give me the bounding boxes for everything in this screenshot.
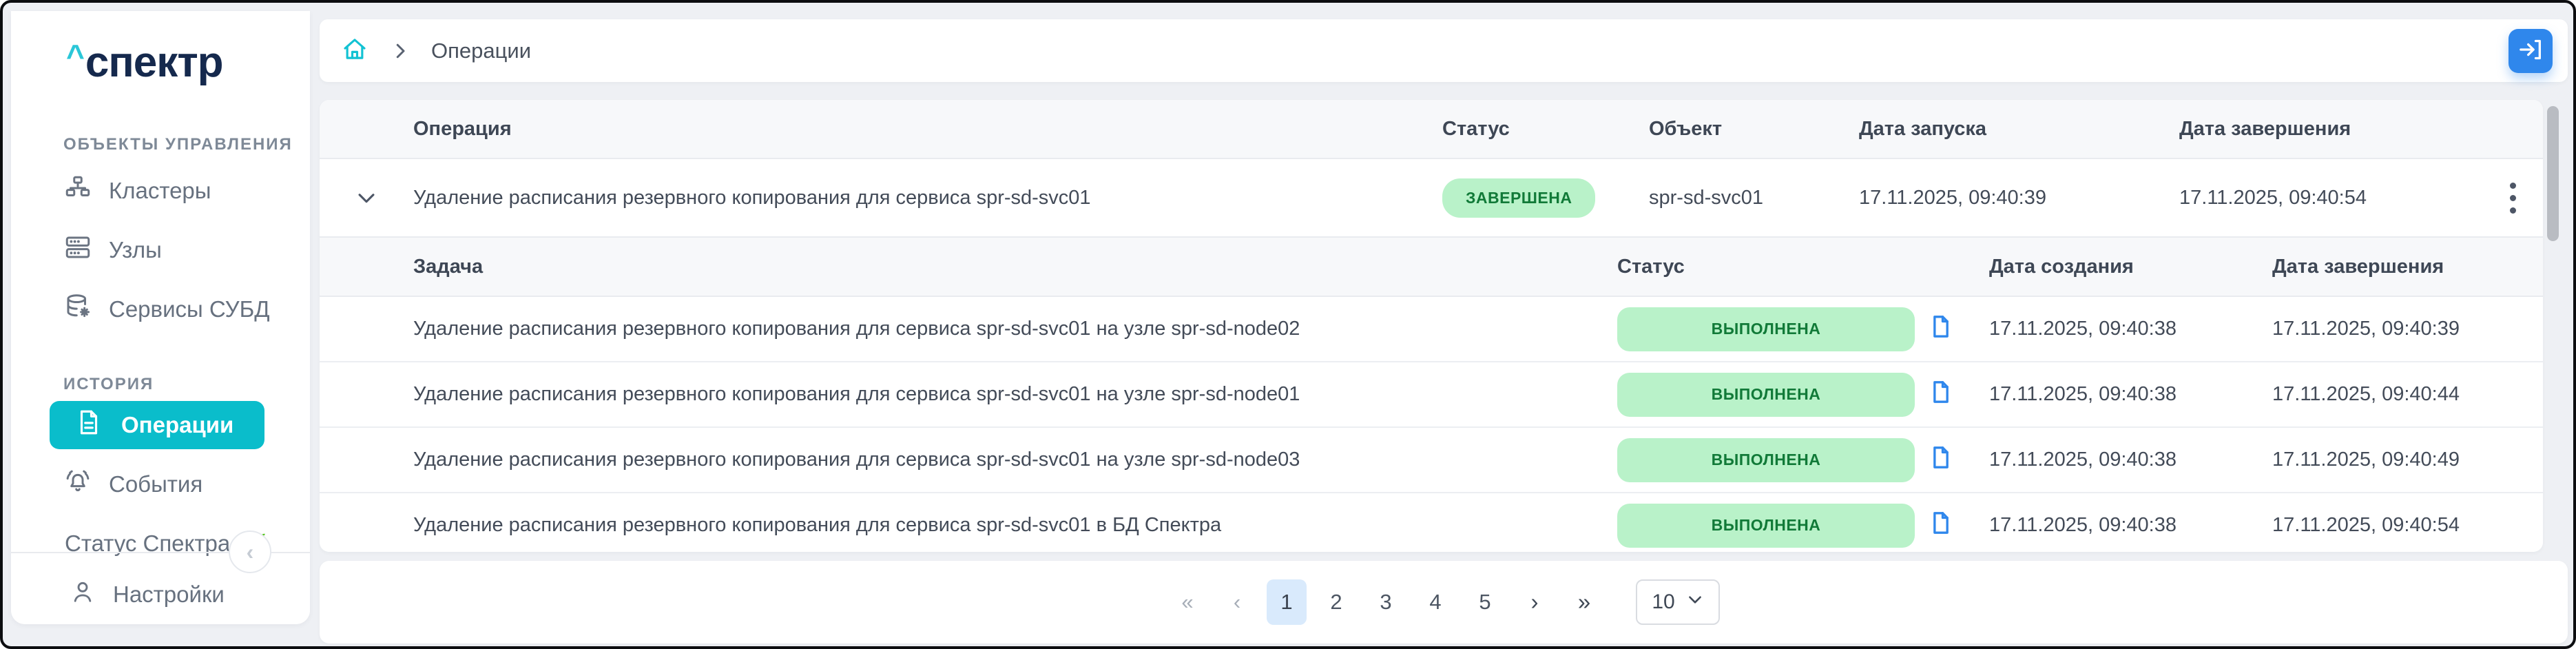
home-icon[interactable] xyxy=(340,34,369,67)
task-name: Удаление расписания резервного копирован… xyxy=(413,514,1617,537)
sidebar-section-management: ОБЪЕКТЫ УПРАВЛЕНИЯ xyxy=(11,135,310,154)
col-header-task-status: Статус xyxy=(1617,256,1989,278)
task-row[interactable]: Удаление расписания резервного копирован… xyxy=(320,493,2543,552)
col-header-operation: Операция xyxy=(413,118,1442,141)
status-badge-completed: ЗАВЕРШЕНА xyxy=(1442,178,1595,218)
sidebar-item-label: Узлы xyxy=(109,237,162,263)
task-date-created: 17.11.2025, 09:40:38 xyxy=(1989,449,2272,471)
col-header-status: Статус xyxy=(1442,118,1649,141)
pagination-page-2[interactable]: 2 xyxy=(1316,579,1356,625)
bell-alert-icon xyxy=(63,467,92,502)
operations-header-row: Операция Статус Объект Дата запуска Дата… xyxy=(320,100,2543,159)
col-header-task-date-end: Дата завершения xyxy=(2272,256,2543,278)
operation-date-end: 17.11.2025, 09:40:54 xyxy=(2179,187,2482,209)
chevron-left-icon: ‹ xyxy=(247,539,254,565)
operations-table: Операция Статус Объект Дата запуска Дата… xyxy=(320,100,2543,552)
table-scrollbar-thumb[interactable] xyxy=(2547,106,2559,241)
sidebar-item-label: Настройки xyxy=(113,581,225,608)
col-header-date-created: Дата создания xyxy=(1989,256,2272,278)
task-date-created: 17.11.2025, 09:40:38 xyxy=(1989,383,2272,406)
database-gear-icon xyxy=(63,292,92,327)
page-size-select[interactable]: 10 xyxy=(1636,579,1720,625)
task-row[interactable]: Удаление расписания резервного копирован… xyxy=(320,428,2543,493)
sidebar-item-label: Операции xyxy=(121,412,233,438)
operation-date-start: 17.11.2025, 09:40:39 xyxy=(1859,187,2179,209)
task-date-end: 17.11.2025, 09:40:44 xyxy=(2272,383,2543,406)
page-size-value: 10 xyxy=(1652,590,1674,614)
col-header-task: Задача xyxy=(413,256,1617,278)
pagination-prev-button[interactable]: ‹ xyxy=(1217,579,1257,625)
status-badge-done: ВЫПОЛНЕНА xyxy=(1617,307,1915,351)
status-badge-done: ВЫПОЛНЕНА xyxy=(1617,373,1915,417)
task-date-end: 17.11.2025, 09:40:54 xyxy=(2272,514,2543,537)
row-actions-kebab-icon[interactable] xyxy=(2482,178,2543,218)
sidebar-settings-area: Настройки xyxy=(11,565,310,624)
status-badge-done: ВЫПОЛНЕНА xyxy=(1617,438,1915,482)
status-badge-done: ВЫПОЛНЕНА xyxy=(1617,504,1915,548)
operation-name: Удаление расписания резервного копирован… xyxy=(413,187,1442,209)
sidebar-item-operations[interactable]: Операции xyxy=(50,401,264,449)
col-header-date-end: Дата завершения xyxy=(2179,118,2482,141)
pagination-bar: « ‹ 1 2 3 4 5 › » 10 xyxy=(320,561,2568,643)
breadcrumb-bar: Операции xyxy=(320,19,2568,82)
task-name: Удаление расписания резервного копирован… xyxy=(413,383,1617,406)
task-log-file-icon[interactable] xyxy=(1927,313,1955,346)
sidebar-item-label: События xyxy=(109,471,202,497)
tasks-header-row: Задача Статус Дата создания Дата заверше… xyxy=(320,238,2543,297)
col-header-object: Объект xyxy=(1649,118,1859,141)
pagination-page-3[interactable]: 3 xyxy=(1366,579,1406,625)
pagination-page-1[interactable]: 1 xyxy=(1267,579,1307,625)
row-expander-chevron-down-icon[interactable] xyxy=(320,186,413,209)
pagination-last-button[interactable]: » xyxy=(1564,579,1604,625)
app-window: ^ спектр ОБЪЕКТЫ УПРАВЛЕНИЯ Кластеры xyxy=(0,0,2576,649)
document-icon xyxy=(74,408,103,442)
pagination-page-5[interactable]: 5 xyxy=(1465,579,1505,625)
task-date-created: 17.11.2025, 09:40:38 xyxy=(1989,514,2272,537)
col-header-date-start: Дата запуска xyxy=(1859,118,2179,141)
sidebar-section-history: ИСТОРИЯ xyxy=(11,375,310,394)
logo-caret-icon: ^ xyxy=(66,40,84,72)
sidebar-item-events[interactable]: События xyxy=(11,455,310,514)
operation-row[interactable]: Удаление расписания резервного копирован… xyxy=(320,159,2543,238)
sidebar-item-label: Сервисы СУБД xyxy=(109,296,270,322)
sidebar: ^ спектр ОБЪЕКТЫ УПРАВЛЕНИЯ Кластеры xyxy=(11,11,310,624)
breadcrumb-current: Операции xyxy=(431,39,531,63)
task-log-file-icon[interactable] xyxy=(1927,378,1955,411)
task-row[interactable]: Удаление расписания резервного копирован… xyxy=(320,297,2543,362)
server-nodes-icon xyxy=(63,233,92,267)
sidebar-item-nodes[interactable]: Узлы xyxy=(11,220,310,280)
sidebar-item-label: Кластеры xyxy=(109,178,211,204)
task-log-file-icon[interactable] xyxy=(1927,509,1955,542)
sidebar-nav-management: Кластеры Узлы xyxy=(11,161,310,339)
logout-button[interactable] xyxy=(2509,29,2553,73)
pagination-first-button[interactable]: « xyxy=(1167,579,1207,625)
task-log-file-icon[interactable] xyxy=(1927,444,1955,477)
app-logo: ^ спектр xyxy=(11,11,310,84)
sidebar-item-db-services[interactable]: Сервисы СУБД xyxy=(11,280,310,339)
task-date-created: 17.11.2025, 09:40:38 xyxy=(1989,318,2272,340)
operation-object: spr-sd-svc01 xyxy=(1649,187,1859,209)
logo-text: спектр xyxy=(85,41,223,84)
chevron-down-icon xyxy=(1686,590,1704,614)
login-arrow-icon xyxy=(2517,36,2544,65)
sidebar-item-settings[interactable]: Настройки xyxy=(11,565,310,624)
task-row[interactable]: Удаление расписания резервного копирован… xyxy=(320,362,2543,428)
task-date-end: 17.11.2025, 09:40:39 xyxy=(2272,318,2543,340)
sidebar-item-clusters[interactable]: Кластеры xyxy=(11,161,310,220)
task-date-end: 17.11.2025, 09:40:49 xyxy=(2272,449,2543,471)
user-icon xyxy=(69,578,96,611)
cluster-icon xyxy=(63,174,92,208)
chevron-right-icon xyxy=(390,41,411,61)
task-name: Удаление расписания резервного копирован… xyxy=(413,449,1617,471)
task-name: Удаление расписания резервного копирован… xyxy=(413,318,1617,340)
pagination-next-button[interactable]: › xyxy=(1515,579,1555,625)
pagination-page-4[interactable]: 4 xyxy=(1415,579,1455,625)
